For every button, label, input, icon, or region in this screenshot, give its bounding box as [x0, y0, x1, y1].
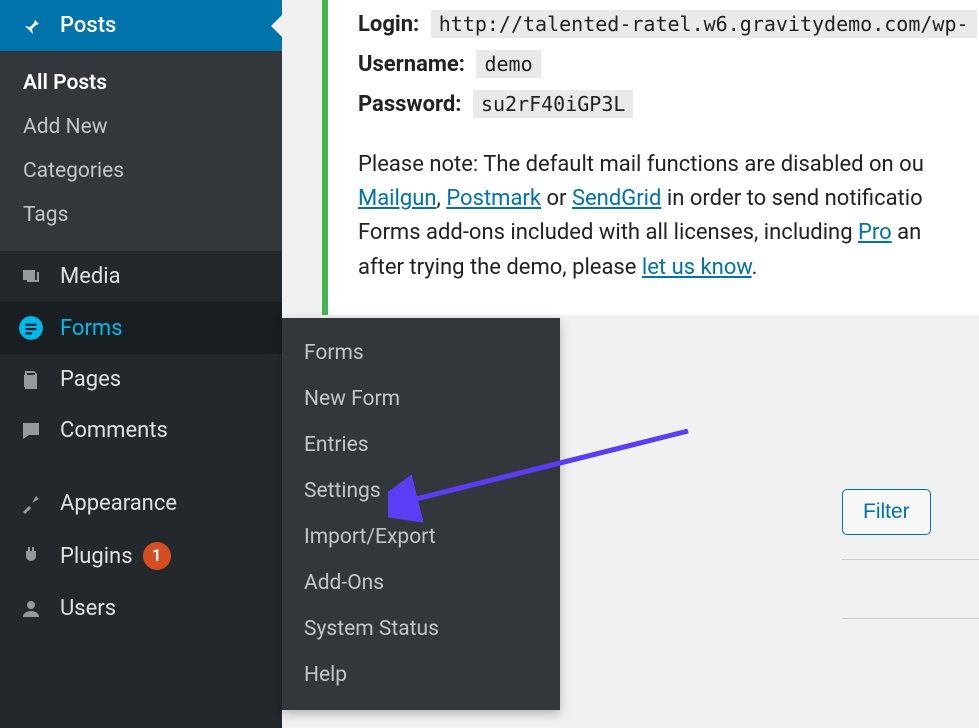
- link-pro[interactable]: Pro: [858, 220, 892, 245]
- forms-flyout: Forms New Form Entries Settings Import/E…: [282, 318, 560, 710]
- sidebar-item-users[interactable]: Users: [0, 583, 282, 634]
- col-author: Author: [842, 680, 979, 707]
- forms-icon: [16, 315, 46, 341]
- sidebar-item-media[interactable]: Media: [0, 251, 282, 302]
- appearance-icon: [16, 492, 46, 516]
- sidebar-item-plugins[interactable]: Plugins 1: [0, 529, 282, 583]
- sidebar-item-pages[interactable]: Pages: [0, 354, 282, 405]
- login-label: Login:: [358, 12, 419, 37]
- password-label: Password:: [358, 92, 461, 117]
- flyout-new-form[interactable]: New Form: [282, 376, 560, 422]
- filter-button[interactable]: Filter: [842, 489, 931, 535]
- sidebar-label: Forms: [60, 316, 123, 341]
- notice-text: .: [752, 255, 758, 280]
- sidebar-item-appearance[interactable]: Appearance: [0, 478, 282, 529]
- plugins-update-badge: 1: [143, 542, 171, 570]
- posts-submenu: All Posts Add New Categories Tags: [0, 51, 282, 251]
- submenu-categories[interactable]: Categories: [0, 149, 282, 193]
- flyout-forms[interactable]: Forms: [282, 330, 560, 376]
- flyout-addons[interactable]: Add-Ons: [282, 560, 560, 606]
- link-postmark[interactable]: Postmark: [446, 186, 541, 211]
- flyout-help[interactable]: Help: [282, 652, 560, 698]
- flyout-system-status[interactable]: System Status: [282, 606, 560, 652]
- pin-icon: [16, 14, 46, 38]
- password-value: su2rF40iGP3L: [473, 90, 634, 118]
- link-let-us-know[interactable]: let us know: [642, 255, 752, 280]
- flyout-settings[interactable]: Settings: [282, 468, 560, 514]
- media-icon: [16, 265, 46, 289]
- sep: ,: [437, 186, 447, 211]
- sidebar-label: Appearance: [60, 491, 177, 516]
- sidebar-label: Media: [60, 264, 121, 289]
- login-url: http://talented-ratel.w6.gravitydemo.com…: [431, 10, 977, 38]
- link-mailgun[interactable]: Mailgun: [358, 186, 437, 211]
- submenu-add-new[interactable]: Add New: [0, 105, 282, 149]
- comments-icon: [16, 419, 46, 443]
- link-sendgrid[interactable]: SendGrid: [572, 186, 661, 211]
- sidebar-label: Pages: [60, 367, 121, 392]
- submenu-all-posts[interactable]: All Posts: [0, 61, 282, 105]
- table-footer-row: Author Categorie: [842, 680, 979, 707]
- notice-text: Forms add-ons included with all licenses…: [358, 220, 858, 245]
- pages-icon: [16, 368, 46, 392]
- username-label: Username:: [358, 52, 465, 77]
- username-value: demo: [476, 50, 540, 78]
- table-header-row: Author Categorie: [842, 559, 979, 619]
- sidebar-label: Comments: [60, 418, 168, 443]
- submenu-tags[interactable]: Tags: [0, 193, 282, 237]
- admin-sidebar: Posts All Posts Add New Categories Tags …: [0, 0, 282, 728]
- col-author[interactable]: Author: [842, 576, 979, 603]
- notice-text-1: Please note: The default mail functions …: [358, 148, 979, 182]
- sep: or: [541, 186, 572, 211]
- notice-text: after trying the demo, please: [358, 255, 642, 280]
- sidebar-item-forms[interactable]: Forms: [0, 302, 282, 354]
- sidebar-label: Users: [60, 596, 116, 621]
- notice-text: in order to send notificatio: [661, 186, 922, 211]
- sidebar-label: Posts: [60, 13, 116, 38]
- plugins-icon: [16, 544, 46, 568]
- sidebar-label: Plugins: [60, 544, 133, 569]
- users-icon: [16, 597, 46, 621]
- notice-text: an: [892, 220, 922, 245]
- flyout-import-export[interactable]: Import/Export: [282, 514, 560, 560]
- sidebar-item-posts[interactable]: Posts: [0, 0, 282, 51]
- flyout-entries[interactable]: Entries: [282, 422, 560, 468]
- demo-notice: Login: http://talented-ratel.w6.gravityd…: [322, 0, 979, 315]
- sidebar-item-comments[interactable]: Comments: [0, 405, 282, 456]
